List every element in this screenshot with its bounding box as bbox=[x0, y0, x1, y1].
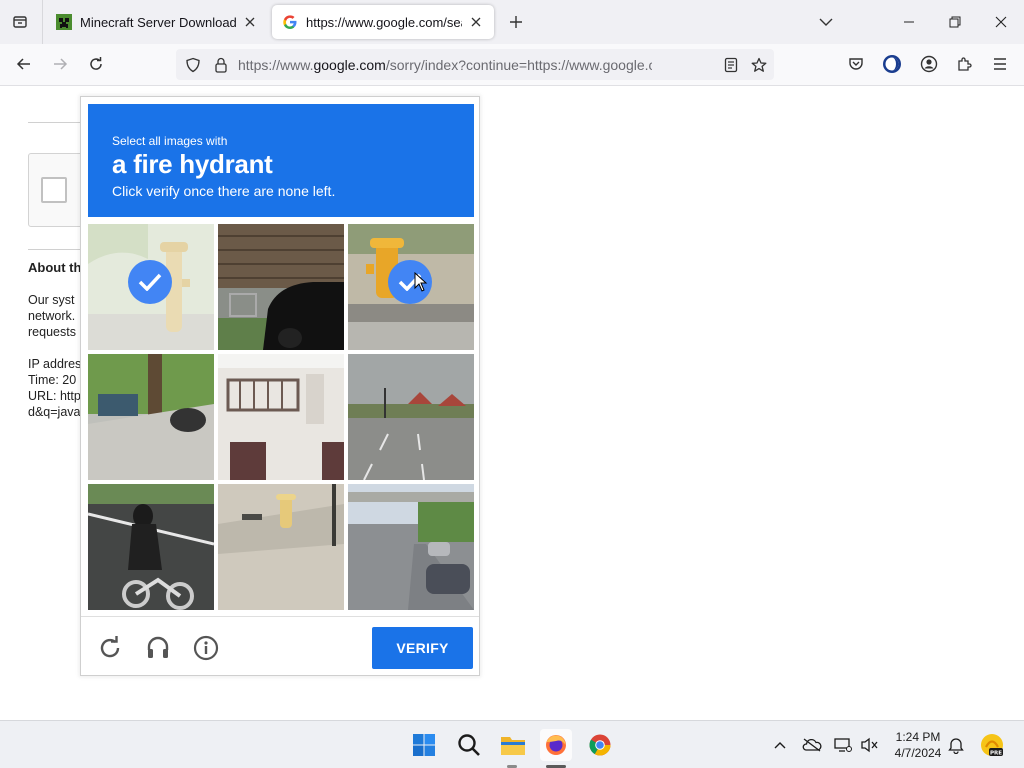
reload-icon[interactable] bbox=[84, 52, 108, 76]
list-all-tabs-chevron-icon[interactable] bbox=[814, 10, 838, 34]
extensions-puzzle-icon[interactable] bbox=[952, 52, 976, 76]
mouse-cursor-icon bbox=[414, 272, 428, 292]
image-tile-7[interactable] bbox=[88, 484, 214, 610]
image-tile-8[interactable] bbox=[218, 484, 344, 610]
instruction-line: Select all images with bbox=[112, 134, 228, 148]
restore-icon[interactable] bbox=[943, 10, 967, 34]
forward-arrow-icon[interactable] bbox=[48, 52, 72, 76]
reader-view-icon[interactable] bbox=[722, 56, 740, 74]
new-tab-icon[interactable] bbox=[504, 10, 528, 34]
volume-muted-icon[interactable] bbox=[859, 735, 879, 755]
url-line: URL: http bbox=[28, 389, 81, 403]
notification-bell-icon[interactable] bbox=[946, 735, 966, 755]
audio-challenge-headphones-icon[interactable] bbox=[143, 633, 173, 663]
close-tab-icon[interactable] bbox=[242, 14, 258, 30]
tab-title: Minecraft Server Download | Mi bbox=[80, 14, 236, 30]
firefox-icon[interactable] bbox=[540, 729, 572, 761]
ip-address-line: IP addres bbox=[28, 357, 82, 371]
recaptcha-checkbox[interactable] bbox=[41, 177, 67, 203]
image-tile-4[interactable] bbox=[88, 354, 214, 480]
page-paragraph-line: network. bbox=[28, 309, 76, 323]
address-bar[interactable]: https://www.google.com/sorry/index?conti… bbox=[176, 49, 774, 80]
network-display-icon[interactable] bbox=[833, 735, 853, 755]
show-hidden-icons-chevron-icon[interactable] bbox=[770, 735, 790, 755]
tab-list-icon[interactable] bbox=[8, 10, 32, 34]
recaptcha-challenge: Select all images with a fire hydrant Cl… bbox=[80, 96, 480, 676]
windows-start-icon[interactable] bbox=[408, 729, 440, 761]
page-divider bbox=[28, 249, 88, 250]
search-icon[interactable] bbox=[453, 729, 485, 761]
hamburger-menu-icon[interactable] bbox=[988, 52, 1012, 76]
account-icon[interactable] bbox=[917, 52, 941, 76]
navigation-toolbar: https://www.google.com/sorry/index?conti… bbox=[0, 44, 1024, 86]
clock-date: 4/7/2024 bbox=[894, 746, 942, 760]
url-text[interactable]: https://www.google.com/sorry/index?conti… bbox=[238, 57, 652, 75]
close-window-icon[interactable] bbox=[989, 10, 1013, 34]
clock-time: 1:24 PM bbox=[895, 730, 941, 744]
svg-text:PRE: PRE bbox=[990, 751, 1002, 757]
page-divider bbox=[28, 122, 88, 123]
taskbar: 1:24 PM 4/7/2024 PRE bbox=[0, 720, 1024, 768]
image-tile-9[interactable] bbox=[348, 484, 474, 610]
time-line: Time: 20 bbox=[28, 373, 77, 387]
minecraft-favicon-icon bbox=[56, 14, 72, 30]
selected-check-icon bbox=[128, 260, 172, 304]
page-paragraph-line: Our syst bbox=[28, 293, 75, 307]
reload-challenge-icon[interactable] bbox=[95, 633, 125, 663]
challenge-target: a fire hydrant bbox=[112, 149, 273, 179]
file-explorer-icon[interactable] bbox=[497, 729, 529, 761]
copilot-preview-icon[interactable]: PRE bbox=[976, 729, 1008, 761]
image-tile-5[interactable] bbox=[218, 354, 344, 480]
url-line-continued: d&q=java bbox=[28, 405, 81, 419]
google-favicon-icon bbox=[282, 14, 298, 30]
minimize-icon[interactable] bbox=[897, 10, 921, 34]
chrome-icon[interactable] bbox=[584, 729, 616, 761]
onedrive-offline-icon[interactable] bbox=[802, 735, 822, 755]
about-heading: About th bbox=[28, 260, 82, 275]
challenge-header: Select all images with a fire hydrant Cl… bbox=[88, 104, 474, 217]
image-tile-6[interactable] bbox=[348, 354, 474, 480]
help-info-icon[interactable] bbox=[191, 633, 221, 663]
extension-badge-icon[interactable] bbox=[880, 52, 904, 76]
lock-icon[interactable] bbox=[212, 56, 230, 74]
tab-minecraft[interactable]: Minecraft Server Download | Mi bbox=[46, 5, 268, 39]
image-tile-3[interactable] bbox=[348, 224, 474, 350]
tab-strip: Minecraft Server Download | Mi https://w… bbox=[0, 0, 1024, 44]
image-tile-1[interactable] bbox=[88, 224, 214, 350]
verify-button[interactable]: VERIFY bbox=[372, 627, 473, 669]
page-paragraph-line: requests bbox=[28, 325, 76, 339]
tab-title: https://www.google.com/searc bbox=[306, 14, 462, 30]
back-arrow-icon[interactable] bbox=[12, 52, 36, 76]
tab-google[interactable]: https://www.google.com/searc bbox=[272, 5, 494, 39]
image-tile-2[interactable] bbox=[218, 224, 344, 350]
system-clock[interactable]: 1:24 PM 4/7/2024 bbox=[888, 729, 948, 761]
instruction-line: Click verify once there are none left. bbox=[112, 183, 336, 199]
close-tab-icon[interactable] bbox=[468, 14, 484, 30]
pocket-icon[interactable] bbox=[844, 52, 868, 76]
bookmark-star-icon[interactable] bbox=[750, 56, 768, 74]
tracking-protection-shield-icon[interactable] bbox=[184, 56, 202, 74]
